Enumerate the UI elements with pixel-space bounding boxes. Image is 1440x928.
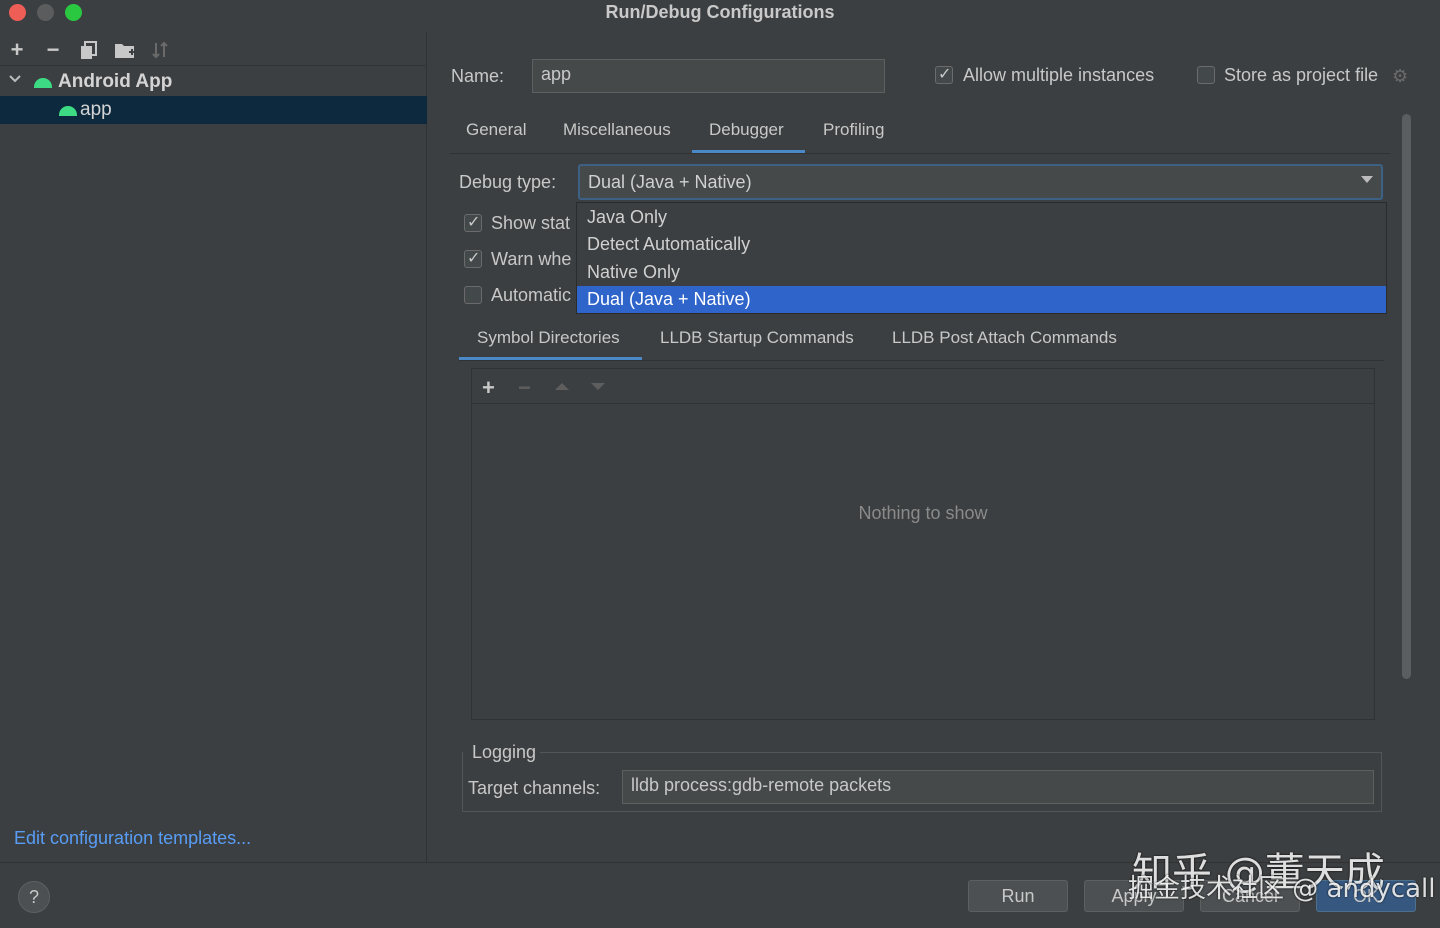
logging-title: Logging — [472, 742, 537, 762]
allow-multiple-label: Allow multiple instances — [963, 65, 1155, 85]
sort-configurations-button[interactable] — [150, 40, 172, 62]
folder-icon — [115, 44, 135, 58]
logging-group-border — [540, 752, 1382, 753]
copy-configuration-button[interactable] — [78, 40, 100, 62]
store-project-label: Store as project file — [1224, 65, 1379, 85]
show-static-checkbox[interactable] — [464, 212, 482, 232]
tree-item-app[interactable]: app — [0, 96, 427, 124]
remove-configuration-button[interactable]: − — [42, 39, 64, 62]
allow-multiple-checkbox[interactable] — [935, 64, 953, 84]
tab-profiling[interactable]: Profiling — [823, 120, 884, 140]
help-button[interactable]: ? — [18, 881, 50, 913]
automatic-checkbox[interactable] — [464, 286, 482, 304]
watermark-juejin: 掘金技术社区 @ andycall — [1128, 874, 1436, 904]
tree-item-label: Android App — [58, 71, 173, 92]
debug-type-label: Debug type: — [459, 172, 557, 192]
title-bar: Run/Debug Configurations — [0, 0, 1440, 28]
debug-type-select[interactable]: Dual (Java + Native) — [578, 164, 1383, 200]
warn-when-checkbox[interactable] — [464, 248, 482, 268]
dropdown-option-detect-automatically[interactable]: Detect Automatically — [577, 231, 1386, 258]
add-directory-button[interactable]: + — [482, 375, 495, 401]
name-label: Name: — [451, 66, 505, 86]
warn-when-label: Warn whe — [491, 249, 572, 269]
add-configuration-button[interactable]: + — [6, 39, 28, 62]
target-channels-input[interactable]: lldb process:gdb-remote packets — [622, 770, 1374, 804]
tree-item-label: app — [80, 99, 112, 120]
window-title: Run/Debug Configurations — [605, 2, 835, 22]
sort-icon — [152, 41, 168, 59]
tab-general[interactable]: General — [466, 120, 526, 140]
debug-type-dropdown: Java Only Detect Automatically Native On… — [576, 202, 1387, 314]
subtab-lldb-startup[interactable]: LLDB Startup Commands — [660, 328, 854, 348]
dropdown-option-dual[interactable]: Dual (Java + Native) — [577, 286, 1386, 313]
android-icon — [59, 104, 77, 116]
vertical-scrollbar[interactable] — [1402, 114, 1411, 679]
tree-item-android-app[interactable]: Android App — [0, 68, 427, 96]
chevron-down-icon[interactable] — [8, 72, 22, 89]
debug-type-value: Dual (Java + Native) — [588, 172, 752, 192]
tab-separator — [450, 153, 1390, 154]
move-to-folder-button[interactable] — [114, 40, 136, 62]
subtab-symbol-directories[interactable]: Symbol Directories — [477, 328, 620, 348]
run-button[interactable]: Run — [968, 880, 1068, 912]
show-static-label: Show stat — [491, 213, 571, 233]
name-input[interactable]: app — [532, 59, 885, 93]
configurations-sidebar: + − Android App app Edit configuration t… — [0, 32, 427, 862]
dropdown-option-java-only[interactable]: Java Only — [577, 204, 1386, 231]
android-icon — [34, 76, 52, 88]
symbol-directories-list: + − Nothing to show — [471, 368, 1375, 720]
sidebar-toolbar: + − — [0, 36, 427, 66]
move-down-icon[interactable] — [591, 383, 605, 390]
list-toolbar: + − — [472, 369, 1374, 404]
dropdown-option-native-only[interactable]: Native Only — [577, 259, 1386, 286]
tab-miscellaneous[interactable]: Miscellaneous — [563, 120, 671, 140]
chevron-down-icon — [1361, 176, 1373, 183]
empty-list-text: Nothing to show — [858, 503, 988, 523]
subtab-lldb-post-attach[interactable]: LLDB Post Attach Commands — [892, 328, 1117, 348]
store-project-checkbox[interactable] — [1197, 66, 1215, 84]
gear-icon[interactable]: ⚙ — [1392, 66, 1408, 87]
copy-icon — [81, 41, 97, 59]
automatic-label: Automatic — [491, 285, 572, 305]
subtab-separator — [459, 360, 1384, 361]
move-up-icon[interactable] — [555, 383, 569, 390]
tab-debugger[interactable]: Debugger — [709, 120, 784, 140]
edit-templates-link[interactable]: Edit configuration templates... — [14, 828, 251, 849]
target-channels-label: Target channels: — [468, 778, 601, 798]
remove-directory-button[interactable]: − — [518, 375, 531, 401]
